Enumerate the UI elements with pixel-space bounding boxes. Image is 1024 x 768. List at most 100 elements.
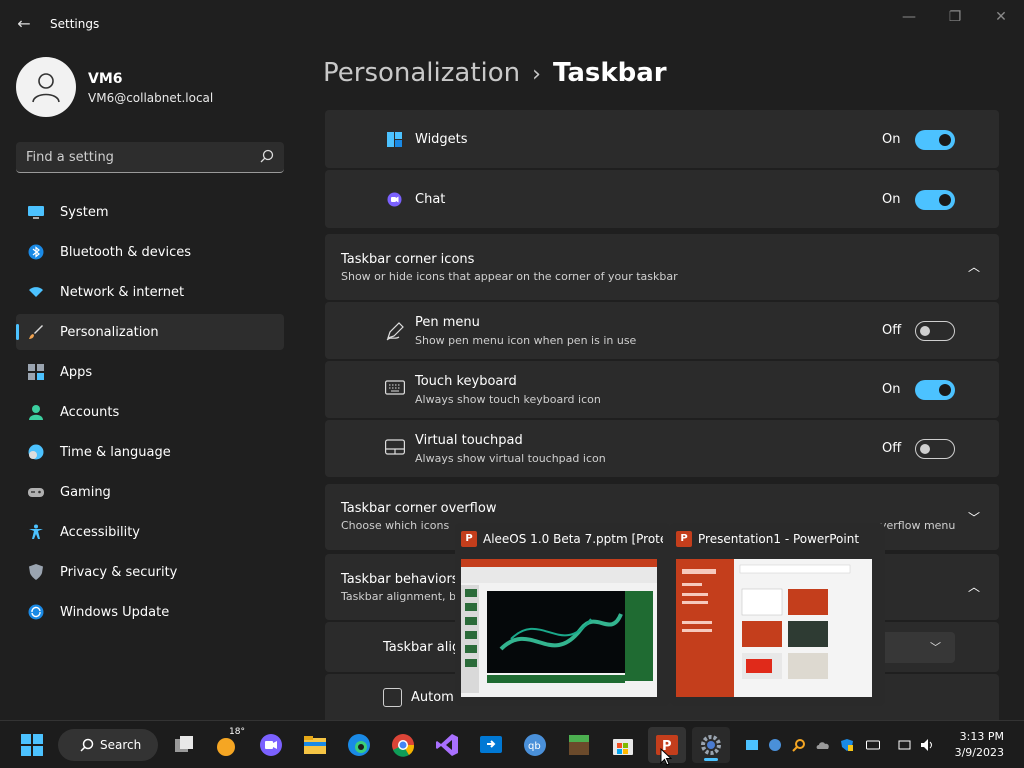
avatar[interactable]: [16, 57, 76, 117]
sidebar-item-bluetooth-devices[interactable]: Bluetooth & devices: [16, 234, 284, 270]
sidebar-item-label: Gaming: [60, 484, 111, 500]
breadcrumb: Personalization › Taskbar: [323, 58, 667, 88]
weather-temperature: 18°: [229, 727, 245, 737]
title-bar: ← Settings — ❐ ✕: [0, 0, 1024, 48]
network-icon[interactable]: [898, 738, 912, 752]
breadcrumb-separator: ›: [532, 62, 541, 87]
sidebar-item-accounts[interactable]: Accounts: [16, 394, 284, 430]
auto-hide-checkbox[interactable]: [383, 688, 402, 707]
sidebar-item-privacy-security[interactable]: Privacy & security: [16, 554, 284, 590]
widgets-icon: [387, 132, 402, 147]
pen-menu-row: Pen menu Show pen menu icon when pen is …: [325, 302, 999, 359]
widgets-toggle[interactable]: [915, 130, 955, 150]
pen-menu-toggle[interactable]: [915, 321, 955, 341]
settings-taskbar-button[interactable]: [692, 727, 730, 763]
chevron-up-icon[interactable]: ︿: [968, 258, 980, 275]
onedrive-offline-icon[interactable]: [816, 738, 830, 752]
bluetooth-icon: [28, 244, 44, 260]
touchpad-icon: [385, 439, 405, 455]
virtual-touchpad-subtitle: Always show virtual touchpad icon: [415, 452, 606, 465]
maximize-button[interactable]: ❐: [932, 6, 978, 28]
sidebar-item-label: Privacy & security: [60, 564, 178, 580]
user-email: VM6@collabnet.local: [88, 91, 214, 105]
sidebar-item-windows-update[interactable]: Windows Update: [16, 594, 284, 630]
qbittorrent-tray-icon[interactable]: [768, 738, 782, 752]
corner-overflow-subtitle: Choose which icons: [341, 519, 450, 532]
remote-tray-icon[interactable]: [745, 738, 759, 752]
touch-keyboard-state: On: [882, 382, 901, 397]
sidebar-item-system[interactable]: System: [16, 194, 284, 230]
edge-icon[interactable]: [347, 733, 371, 757]
sidebar-item-label: Bluetooth & devices: [60, 244, 191, 260]
auto-hide-label: Autom: [411, 690, 454, 705]
corner-icons-header[interactable]: Taskbar corner icons Show or hide icons …: [325, 234, 999, 300]
virtual-touchpad-toggle[interactable]: [915, 439, 955, 459]
sidebar-item-time-language[interactable]: Time & language: [16, 434, 284, 470]
sidebar-item-apps[interactable]: Apps: [16, 354, 284, 390]
sidebar-item-label: Apps: [60, 364, 93, 380]
defender-icon[interactable]: [840, 738, 854, 752]
taskbar: Search 18° qb P 3:13 PM 3/9/2023: [0, 720, 1024, 768]
keyboard-tray-icon[interactable]: [866, 738, 880, 752]
touch-keyboard-toggle[interactable]: [915, 380, 955, 400]
person-icon: [32, 73, 60, 103]
file-explorer-icon[interactable]: [303, 733, 327, 757]
preview-thumbnail-presentation1: [676, 559, 872, 697]
active-app-indicator: [704, 758, 718, 761]
sidebar-item-label: System: [60, 204, 109, 220]
clock-date[interactable]: 3/9/2023: [955, 746, 1004, 759]
chrome-icon[interactable]: [391, 733, 415, 757]
widgets-label: Widgets: [415, 132, 468, 147]
minimize-button[interactable]: —: [886, 6, 932, 28]
chevron-up-icon[interactable]: ︿: [968, 578, 980, 595]
close-button[interactable]: ✕: [978, 6, 1024, 28]
task-view-icon[interactable]: [172, 733, 196, 757]
corner-overflow-title: Taskbar corner overflow: [341, 501, 497, 516]
pen-menu-label: Pen menu: [415, 315, 480, 330]
breadcrumb-parent[interactable]: Personalization: [323, 58, 520, 88]
svg-text:qb: qb: [528, 741, 541, 752]
touch-keyboard-label: Touch keyboard: [415, 374, 517, 389]
person-icon: [28, 404, 44, 420]
clock-globe-icon: [28, 444, 44, 460]
clock-time[interactable]: 3:13 PM: [960, 730, 1004, 743]
shield-icon: [28, 564, 44, 580]
alignment-label: Taskbar alig: [383, 640, 461, 655]
apps-icon: [28, 364, 44, 380]
qbittorrent-icon[interactable]: qb: [523, 733, 547, 757]
search-icon[interactable]: [260, 149, 274, 163]
volume-icon[interactable]: [920, 738, 934, 752]
corner-overflow-subtitle-tail: verflow menu: [880, 519, 956, 532]
magnifier-tray-icon[interactable]: [792, 738, 806, 752]
pen-menu-state: Off: [882, 323, 902, 338]
minecraft-icon[interactable]: [567, 733, 591, 757]
mouse-cursor-icon: [660, 748, 672, 766]
sidebar-item-accessibility[interactable]: Accessibility: [16, 514, 284, 550]
accessibility-icon: [28, 524, 44, 540]
chat-label: Chat: [415, 192, 446, 207]
taskbar-search-button[interactable]: Search: [58, 729, 158, 761]
start-icon[interactable]: [20, 733, 44, 757]
weather-widget[interactable]: 18°: [216, 727, 245, 757]
teams-chat-icon[interactable]: [259, 733, 283, 757]
back-button[interactable]: ←: [10, 12, 38, 36]
sidebar-item-label: Network & internet: [60, 284, 185, 300]
taskbar-preview-aleeos[interactable]: P AleeOS 1.0 Beta 7.pptm [Prote...: [455, 523, 670, 706]
gamepad-icon: [28, 484, 44, 500]
remote-desktop-icon[interactable]: [479, 733, 503, 757]
taskbar-preview-presentation1[interactable]: P Presentation1 - PowerPoint: [670, 523, 885, 706]
app-title: Settings: [50, 17, 100, 31]
monitor-icon: [28, 204, 44, 220]
chevron-down-icon: ﹀: [930, 641, 941, 654]
chat-toggle[interactable]: [915, 190, 955, 210]
sidebar-item-personalization[interactable]: Personalization: [16, 314, 284, 350]
microsoft-store-icon[interactable]: [611, 733, 635, 757]
search-input[interactable]: [16, 142, 252, 172]
chat-icon: [387, 192, 402, 207]
sidebar-item-network-internet[interactable]: Network & internet: [16, 274, 284, 310]
chevron-down-icon[interactable]: ﹀: [968, 509, 980, 526]
sidebar-item-gaming[interactable]: Gaming: [16, 474, 284, 510]
visual-studio-icon[interactable]: [435, 733, 459, 757]
behaviors-title: Taskbar behaviors: [341, 572, 459, 587]
search-box: [16, 142, 284, 173]
